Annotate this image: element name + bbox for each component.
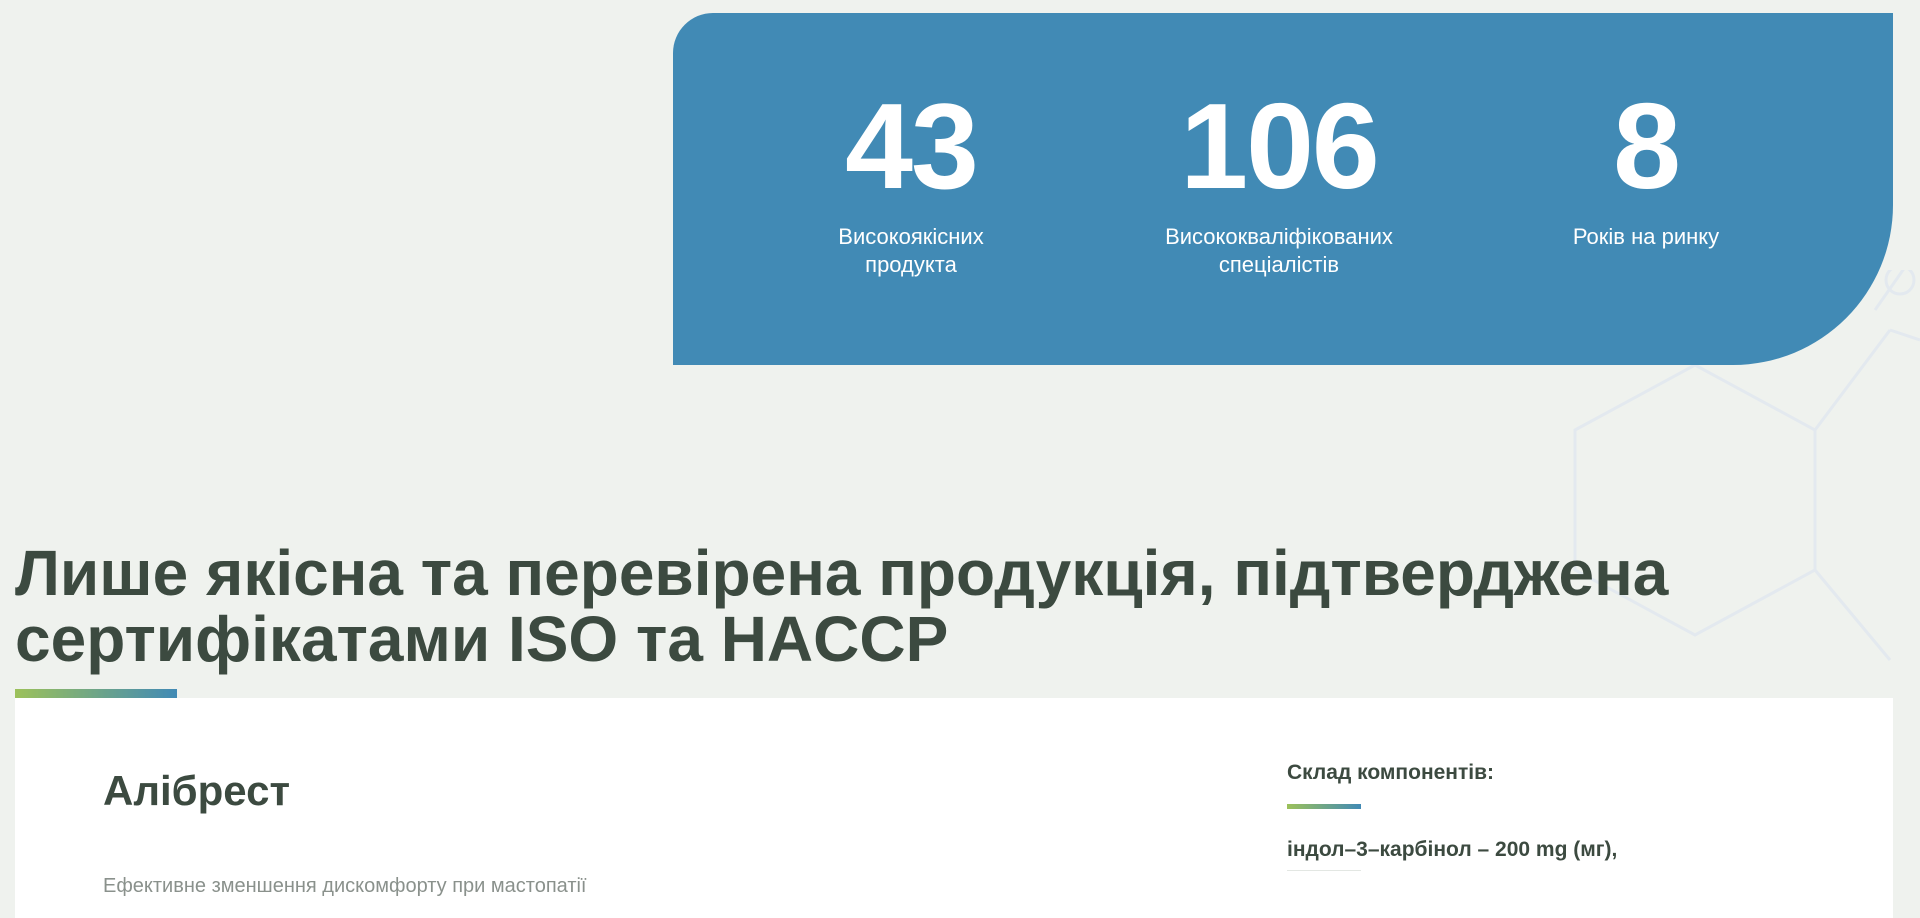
stat-specialists: 106 Висококваліфікованих спеціалістів (1119, 85, 1439, 279)
product-name: Алібрест (103, 767, 291, 814)
product-card: Алібрест Ефективне зменшення дискомфорту… (15, 698, 1893, 918)
stat-years-number: 8 (1613, 78, 1681, 214)
stat-products-number: 43 (845, 78, 979, 214)
components-underline (1287, 804, 1361, 809)
stat-specialists-label: Висококваліфікованих спеціалістів (1165, 224, 1393, 277)
heading-underline (15, 689, 177, 698)
stats-panel: 43 Високоякісних продукта 106 Висококвал… (673, 13, 1893, 365)
stat-years: 8 Років на ринку (1486, 85, 1806, 251)
stat-products-label: Високоякісних продукта (838, 224, 984, 277)
stat-years-label: Років на ринку (1572, 224, 1720, 249)
quality-heading: Лише якісна та перевірена продукція, під… (15, 537, 1669, 675)
component-item: індол–3–карбінол – 200 mg (мг), (1287, 838, 1618, 861)
stat-specialists-number: 106 (1180, 78, 1380, 214)
stat-products: 43 Високоякісних продукта (751, 85, 1071, 279)
components-title: Склад компонентів: (1287, 761, 1495, 784)
component-divider (1287, 870, 1361, 871)
product-description: Ефективне зменшення дискомфорту при маст… (103, 875, 587, 897)
